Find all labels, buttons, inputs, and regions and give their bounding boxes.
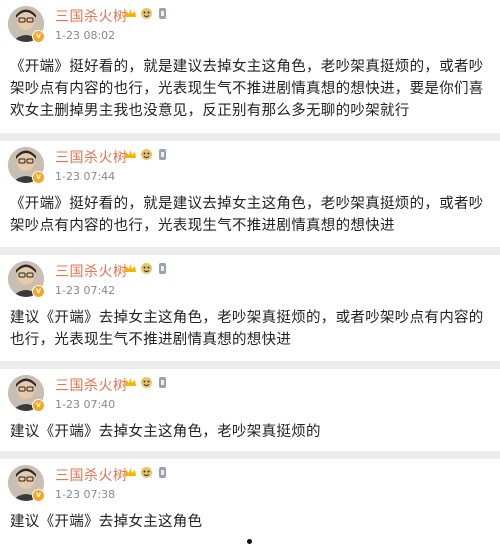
emoji-badge-icon [141, 149, 152, 160]
post-time: 1-23 07:44 [55, 170, 116, 183]
username[interactable]: 三国杀火树 [55, 261, 128, 281]
medal-icon [159, 149, 166, 160]
crown-icon [125, 264, 136, 272]
post-time: 1-23 07:40 [55, 398, 116, 411]
crown-icon [125, 468, 136, 476]
medal-icon [159, 467, 166, 478]
post-text: 建议《开端》去掉女主这角色，老吵架真挺烦的，或者吵架吵点有内容的也行，光表现生气… [10, 310, 484, 348]
username[interactable]: 三国杀火树 [55, 147, 128, 167]
emoji-badge-icon [141, 467, 152, 478]
crown-icon [125, 378, 136, 386]
medal-icon [159, 377, 166, 388]
post-card[interactable]: v 三国杀火树 1-23 07:38 建议《开端》去掉女主这角色 [0, 459, 500, 544]
post-time: 1-23 07:38 [55, 488, 116, 501]
post-card[interactable]: v 三国杀火树 1-23 07:44 《开端》挺好看的，就是建议去掉女主这角色，… [0, 141, 500, 247]
emoji-badge-icon [141, 377, 152, 388]
verified-badge-icon: v [32, 171, 45, 184]
verified-badge-icon: v [32, 285, 45, 298]
post-text: 《开端》挺好看的，就是建议去掉女主这角色，老吵架真挺烦的，或者吵架吵点有内容的也… [10, 196, 484, 234]
verified-badge-icon: v [32, 30, 45, 43]
emoji-badge-icon [141, 263, 152, 274]
crown-icon [125, 150, 136, 158]
post-time: 1-23 08:02 [55, 29, 116, 42]
verified-badge-icon: v [32, 489, 45, 502]
emoji-badge-icon [141, 8, 152, 19]
username[interactable]: 三国杀火树 [55, 6, 128, 26]
post-text: 建议《开端》去掉女主这角色 [10, 514, 203, 530]
post-text: 《开端》挺好看的，就是建议去掉女主这角色，老吵架真挺烦的，或者吵架吵点有内容的也… [10, 59, 484, 119]
post-card[interactable]: v 三国杀火树 1-23 08:02 《开端》挺好看的，就是建议去掉女主这角色，… [0, 0, 500, 133]
medal-icon [159, 8, 166, 19]
post-card[interactable]: v 三国杀火树 1-23 07:40 建议《开端》去掉女主这角色，老吵架真挺烦的 [0, 369, 500, 451]
username[interactable]: 三国杀火树 [55, 465, 128, 485]
page-indicator-dot [247, 539, 252, 544]
post-card[interactable]: v 三国杀火树 1-23 07:42 建议《开端》去掉女主这角色，老吵架真挺烦的… [0, 255, 500, 361]
medal-icon [159, 263, 166, 274]
crown-icon [125, 9, 136, 17]
post-text: 建议《开端》去掉女主这角色，老吵架真挺烦的 [10, 424, 321, 440]
post-time: 1-23 07:42 [55, 284, 116, 297]
username[interactable]: 三国杀火树 [55, 375, 128, 395]
verified-badge-icon: v [32, 399, 45, 412]
